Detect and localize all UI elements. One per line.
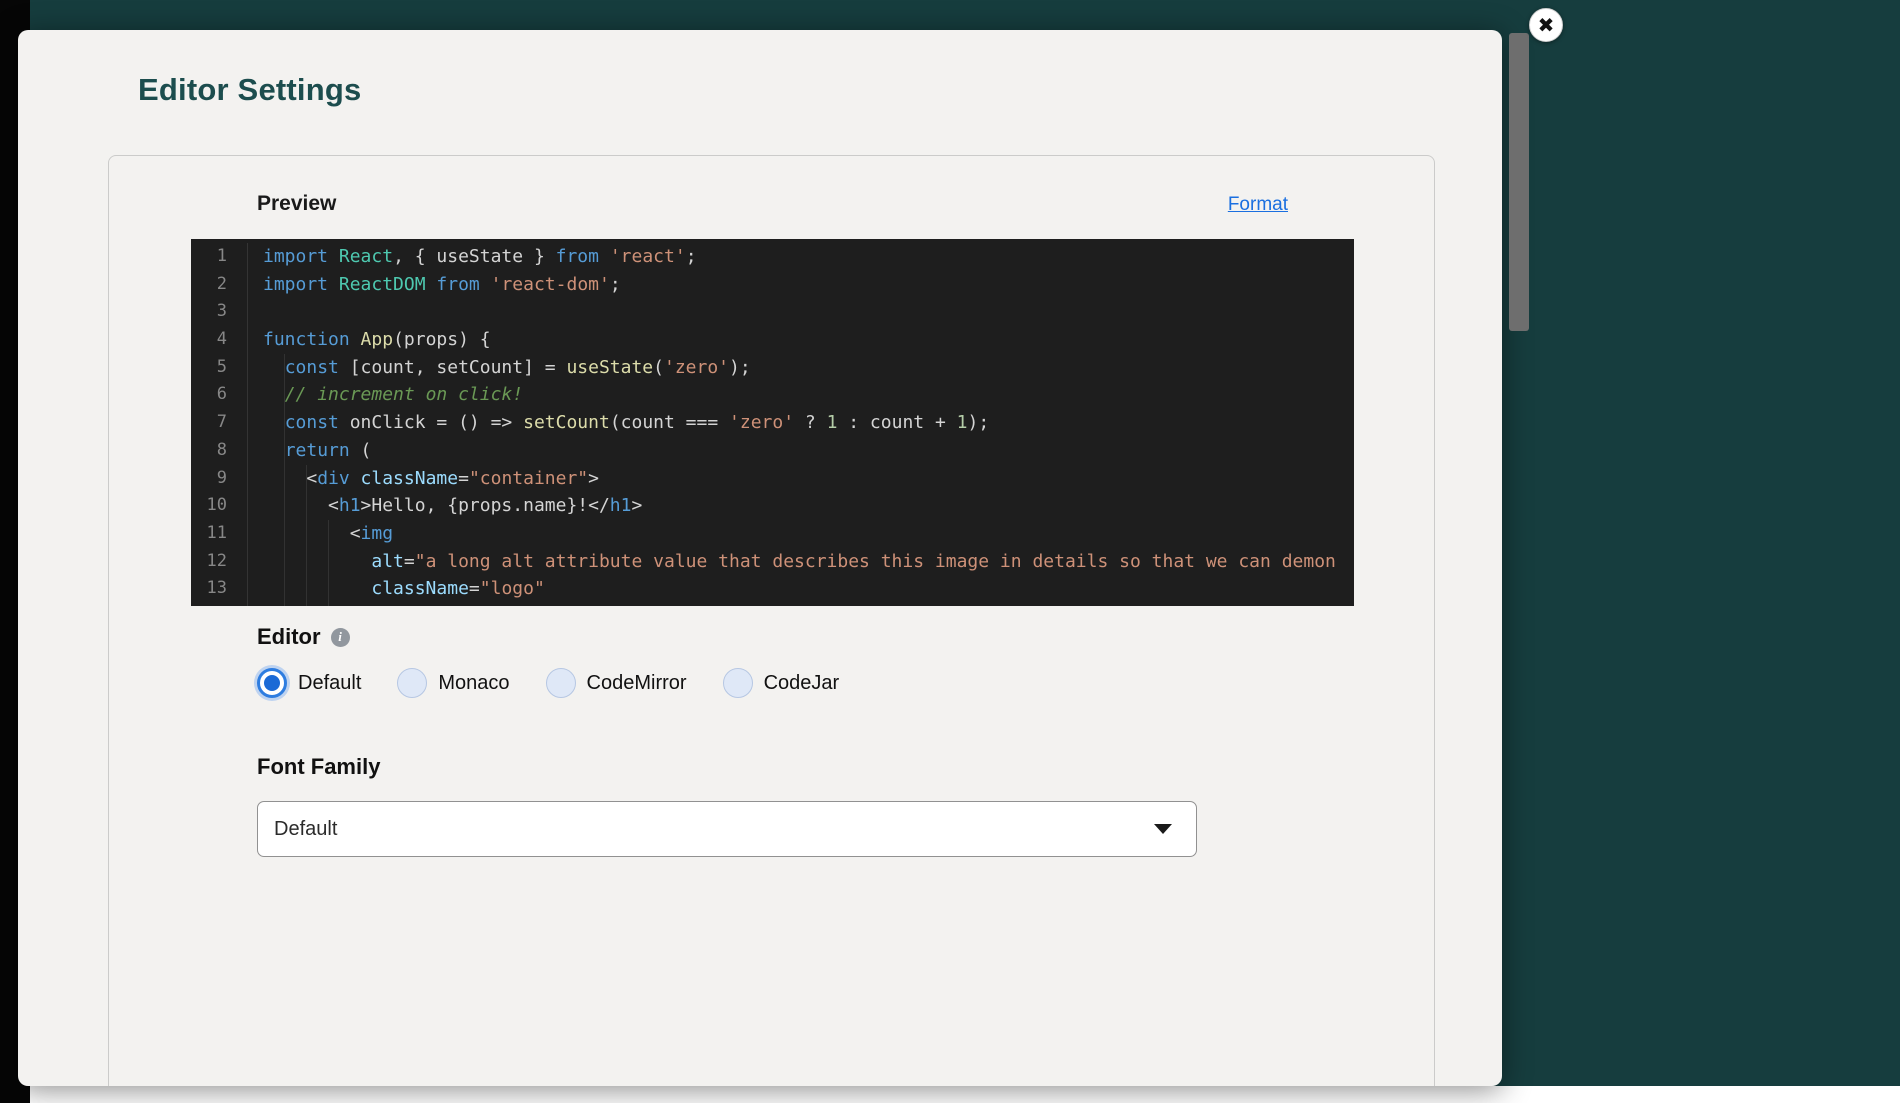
screen: Editor Settings Preview Format 123456789… — [0, 0, 1900, 1103]
radio-option-codemirror[interactable]: CodeMirror — [546, 668, 687, 698]
modal-title: Editor Settings — [138, 72, 361, 108]
code-line: <div className="container"> — [263, 465, 1354, 493]
code-line: <h1>Hello, {props.name}!</h1> — [263, 492, 1354, 520]
radio-option-label: Default — [298, 672, 361, 695]
code-line: import React, { useState } from 'react'; — [263, 243, 1354, 271]
code-preview-editor[interactable]: 12345678910111213 import React, { useSta… — [191, 239, 1354, 606]
code-line: const [count, setCount] = useState('zero… — [263, 354, 1354, 382]
editor-settings-modal: Editor Settings Preview Format 123456789… — [18, 30, 1502, 1086]
close-button[interactable]: ✖ — [1529, 8, 1563, 42]
settings-panel: Preview Format 12345678910111213 import … — [108, 155, 1435, 1086]
preview-label: Preview — [257, 192, 336, 216]
radio-unselected-icon[interactable] — [397, 668, 427, 698]
line-number: 11 — [191, 520, 227, 548]
code-line: className="logo" — [263, 575, 1354, 603]
indent-guide — [328, 520, 329, 606]
radio-selected-icon[interactable] — [257, 668, 287, 698]
code-line: <img — [263, 520, 1354, 548]
line-number: 3 — [191, 298, 227, 326]
background-bottom-strip — [30, 1086, 1900, 1103]
radio-option-monaco[interactable]: Monaco — [397, 668, 509, 698]
line-numbers: 12345678910111213 — [191, 243, 248, 606]
close-icon: ✖ — [1538, 13, 1555, 37]
line-number: 13 — [191, 575, 227, 603]
code-line: function App(props) { — [263, 326, 1354, 354]
code-line — [263, 298, 1354, 326]
code-lines: import React, { useState } from 'react';… — [248, 243, 1354, 606]
editor-section-header: Editor i — [257, 624, 350, 650]
code-line: import ReactDOM from 'react-dom'; — [263, 271, 1354, 299]
line-number: 2 — [191, 271, 227, 299]
indent-guide — [284, 354, 285, 606]
line-number: 12 — [191, 548, 227, 576]
indent-guide — [306, 465, 307, 606]
radio-option-label: Monaco — [438, 672, 509, 695]
editor-section-label: Editor — [257, 624, 321, 650]
code-line: return ( — [263, 437, 1354, 465]
line-number: 5 — [191, 354, 227, 382]
radio-option-label: CodeJar — [764, 672, 840, 695]
line-number: 4 — [191, 326, 227, 354]
font-family-value: Default — [274, 818, 1154, 841]
line-number: 10 — [191, 492, 227, 520]
editor-options: Default Monaco CodeMirror CodeJar — [257, 668, 839, 698]
line-number: 1 — [191, 243, 227, 271]
radio-option-default[interactable]: Default — [257, 668, 361, 698]
radio-option-codejar[interactable]: CodeJar — [723, 668, 840, 698]
font-family-label: Font Family — [257, 754, 380, 780]
line-number: 8 — [191, 437, 227, 465]
line-number: 9 — [191, 465, 227, 493]
line-number: 6 — [191, 381, 227, 409]
scrollbar-thumb[interactable] — [1509, 33, 1529, 331]
font-family-select[interactable]: Default — [257, 801, 1197, 857]
radio-option-label: CodeMirror — [587, 672, 687, 695]
chevron-down-icon — [1154, 824, 1172, 834]
line-number: 7 — [191, 409, 227, 437]
info-icon[interactable]: i — [331, 628, 350, 647]
format-link[interactable]: Format — [1228, 194, 1288, 216]
code-line: const onClick = () => setCount(count ===… — [263, 409, 1354, 437]
code-line: // increment on click! — [263, 381, 1354, 409]
code-line: alt="a long alt attribute value that des… — [263, 548, 1354, 576]
radio-unselected-icon[interactable] — [723, 668, 753, 698]
radio-unselected-icon[interactable] — [546, 668, 576, 698]
